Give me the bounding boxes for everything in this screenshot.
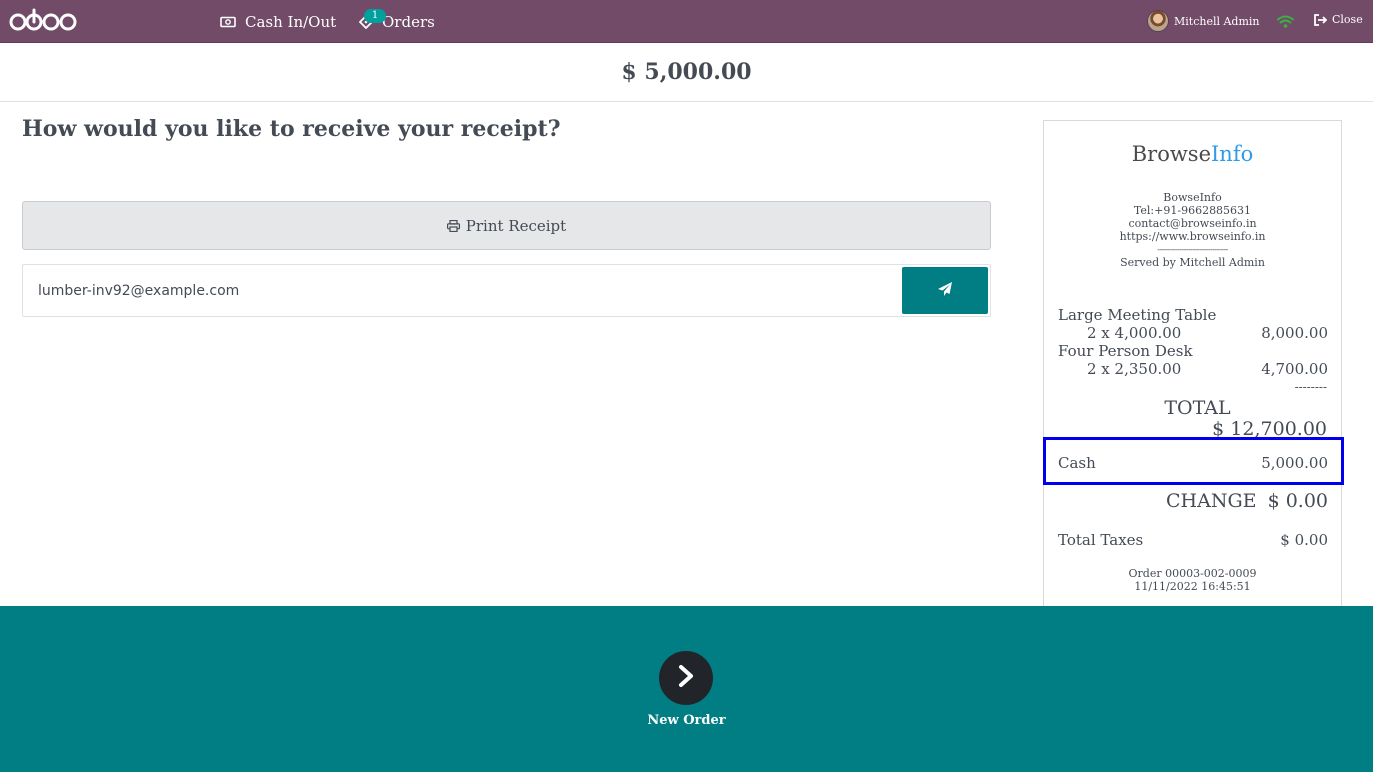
amount-header: $ 5,000.00 bbox=[0, 43, 1373, 102]
brand-part-2: Info bbox=[1211, 142, 1254, 166]
company-name: BowseInfo bbox=[1163, 191, 1222, 204]
brand-part-1: Browse bbox=[1131, 142, 1212, 166]
orders-count-badge: 1 bbox=[364, 9, 386, 23]
odoo-logo bbox=[9, 8, 77, 34]
send-email-button[interactable] bbox=[902, 267, 988, 314]
receipt-preview: BrowseInfo BowseInfo Tel:+91-9662885631 … bbox=[1043, 120, 1342, 610]
receipt-line-detail: 2 x 4,000.00 8,000.00 bbox=[1058, 324, 1328, 342]
receipt-question-heading: How would you like to receive your recei… bbox=[22, 116, 561, 142]
user-name: Mitchell Admin bbox=[1174, 14, 1260, 28]
payment-amount: 5,000.00 bbox=[1261, 454, 1328, 472]
print-receipt-label: Print Receipt bbox=[465, 216, 567, 235]
change-value: $ 0.00 bbox=[1267, 490, 1328, 512]
receipt-brand-logo: BrowseInfo bbox=[1044, 142, 1341, 166]
receipt-line-product: Large Meeting Table bbox=[1058, 306, 1217, 324]
taxes-label: Total Taxes bbox=[1058, 531, 1144, 549]
company-phone: Tel:+91-9662885631 bbox=[1133, 204, 1252, 217]
close-label: Close bbox=[1332, 13, 1363, 26]
paper-plane-icon bbox=[937, 281, 953, 301]
order-reference: Order 00003-002-0009 bbox=[1128, 567, 1257, 580]
email-input[interactable] bbox=[24, 266, 900, 315]
receipt-company-info: BowseInfo Tel:+91-9662885631 contact@bro… bbox=[1044, 191, 1341, 269]
company-email: contact@browseinfo.in bbox=[1128, 217, 1257, 230]
odoo-logo-icon bbox=[9, 8, 77, 31]
sign-out-icon bbox=[1313, 13, 1327, 26]
order-date: 11/11/2022 16:45:51 bbox=[1134, 580, 1251, 593]
served-by: Served by Mitchell Admin bbox=[1120, 256, 1265, 269]
new-order-button[interactable] bbox=[659, 651, 713, 705]
email-receipt-group bbox=[22, 264, 991, 317]
taxes-value: $ 0.00 bbox=[1280, 531, 1328, 549]
close-button[interactable]: Close bbox=[1313, 13, 1363, 26]
receipt-line-qty-price: 2 x 2,350.00 bbox=[1087, 360, 1182, 378]
cash-in-out-label: Cash In/Out bbox=[245, 12, 337, 31]
payment-method-label: Cash bbox=[1058, 454, 1096, 472]
user-menu[interactable]: Mitchell Admin bbox=[1147, 9, 1260, 33]
receipt-line-total: 4,700.00 bbox=[1261, 360, 1328, 378]
total-separator: -------- bbox=[1294, 380, 1327, 394]
receipt-line-detail: 2 x 2,350.00 4,700.00 bbox=[1058, 360, 1328, 378]
chevron-right-icon bbox=[676, 664, 696, 692]
print-receipt-button[interactable]: Print Receipt bbox=[22, 201, 991, 250]
money-icon bbox=[220, 16, 236, 28]
cash-in-out-button[interactable]: Cash In/Out bbox=[220, 0, 336, 43]
receipt-line-total: 8,000.00 bbox=[1261, 324, 1328, 342]
receipt-separator: -------------------------------- bbox=[1157, 245, 1228, 254]
total-label: TOTAL bbox=[1164, 397, 1231, 419]
receipt-line-product: Four Person Desk bbox=[1058, 342, 1193, 360]
avatar bbox=[1147, 10, 1169, 32]
taxes-row: Total Taxes $ 0.00 bbox=[1058, 531, 1328, 549]
payment-row: Cash 5,000.00 bbox=[1058, 454, 1328, 472]
new-order-label[interactable]: New Order bbox=[0, 713, 1373, 728]
change-row: CHANGE $ 0.00 bbox=[1166, 490, 1328, 512]
change-label: CHANGE bbox=[1166, 490, 1257, 512]
order-info: Order 00003-002-0009 11/11/2022 16:45:51 bbox=[1044, 567, 1341, 593]
company-website: https://www.browseinfo.in bbox=[1119, 230, 1266, 243]
total-amount: $ 5,000.00 bbox=[621, 59, 752, 85]
wifi-icon[interactable] bbox=[1277, 13, 1294, 32]
receipt-line-qty-price: 2 x 4,000.00 bbox=[1087, 324, 1182, 342]
top-navbar: Cash In/Out Orders 1 Mitchell Admin Clos… bbox=[0, 0, 1373, 43]
print-icon bbox=[446, 219, 460, 232]
orders-label: Orders bbox=[382, 12, 435, 31]
